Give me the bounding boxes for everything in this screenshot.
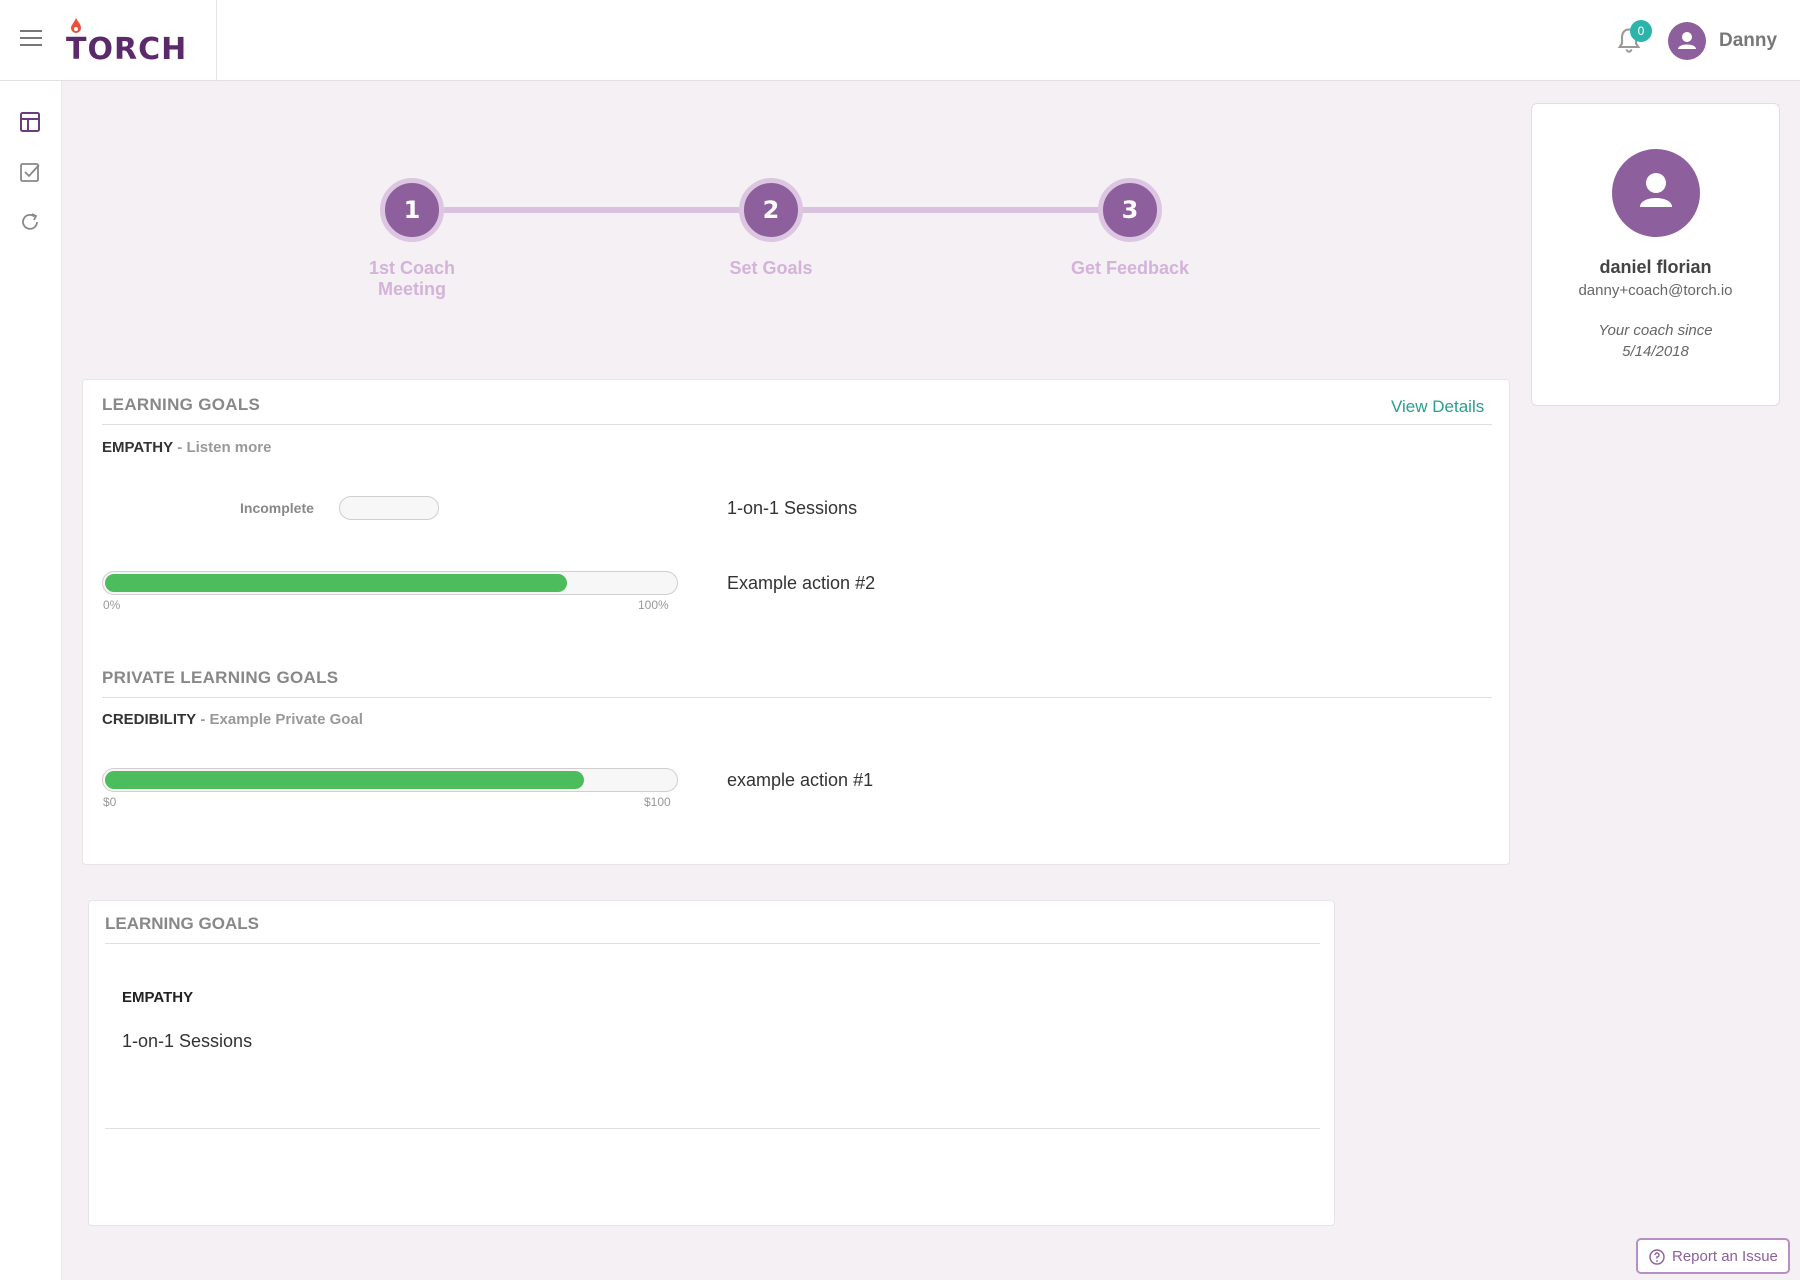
summary-goal-name: EMPATHY: [122, 989, 194, 1006]
checkbox-icon[interactable]: [19, 161, 41, 183]
progress-min-label: 0%: [103, 598, 121, 612]
action-progress-bar[interactable]: [102, 768, 678, 792]
summary-title: LEARNING GOALS: [105, 914, 259, 933]
learning-goals-title: LEARNING GOALS: [102, 395, 261, 414]
learning-goals-summary-panel: LEARNING GOALS EMPATHY 1-on-1 Sessions: [88, 900, 1335, 1226]
coach-email: danny+coach@torch.io: [1578, 282, 1733, 299]
action-progress-bar[interactable]: [102, 571, 678, 595]
progress-max-label: 100%: [638, 598, 669, 612]
coach-since-label: Your coach since: [1598, 322, 1713, 339]
coach-avatar: [1612, 149, 1700, 237]
completion-status-label: Incomplete: [240, 500, 314, 516]
goal-description: - Listen more: [177, 439, 272, 456]
action-title: example action #1: [727, 770, 874, 790]
view-details-link[interactable]: View Details: [1391, 397, 1484, 417]
report-issue-button[interactable]: Report an Issue: [1636, 1238, 1790, 1274]
user-icon: [1640, 173, 1672, 207]
coach-since-date: 5/14/2018: [1622, 343, 1689, 360]
progress-fill: [105, 574, 567, 592]
step-3-label: Get Feedback: [1070, 258, 1190, 278]
step-3-circle[interactable]: 3: [1098, 178, 1162, 242]
user-avatar[interactable]: [1668, 22, 1706, 60]
user-icon: [1678, 32, 1696, 49]
divider: [105, 1128, 1320, 1129]
private-goals-title: PRIVATE LEARNING GOALS: [102, 668, 339, 687]
hamburger-menu-icon[interactable]: [20, 30, 42, 48]
top-bar: TORCH 0 Danny: [0, 0, 1800, 81]
user-name[interactable]: Danny: [1719, 30, 1777, 52]
help-circle-icon: [1649, 1249, 1665, 1265]
step-1-label-line2: Meeting: [377, 279, 446, 299]
learning-goal-heading: EMPATHY - Listen more: [102, 439, 271, 456]
report-issue-label: Report an Issue: [1672, 1248, 1778, 1265]
brand-area: TORCH: [0, 0, 217, 81]
step-1-circle[interactable]: 1: [380, 178, 444, 242]
coach-since: Your coach since 5/14/2018: [1532, 320, 1779, 362]
step-2-circle[interactable]: 2: [739, 178, 803, 242]
progress-max-label: $100: [644, 795, 671, 809]
sidebar: [0, 81, 62, 1280]
divider: [105, 943, 1320, 944]
goal-name: EMPATHY: [102, 439, 174, 456]
private-goal-heading: CREDIBILITY - Example Private Goal: [102, 711, 363, 728]
layout-icon[interactable]: [19, 111, 41, 133]
coach-card: daniel florian danny+coach@torch.io Your…: [1531, 103, 1780, 406]
notification-count-badge: 0: [1630, 20, 1652, 42]
action-title: Example action #2: [727, 573, 876, 593]
progress-min-label: $0: [103, 795, 117, 809]
learning-goals-panel: LEARNING GOALS View Details EMPATHY - Li…: [82, 379, 1510, 865]
goal-description: - Example Private Goal: [200, 711, 363, 728]
step-1-label-line1: 1st Coach: [368, 258, 456, 278]
step-connector: [444, 207, 739, 213]
divider: [102, 424, 1492, 425]
step-connector: [803, 207, 1098, 213]
refresh-icon[interactable]: [19, 211, 41, 233]
action-title: 1-on-1 Sessions: [727, 498, 858, 518]
progress-fill: [105, 771, 584, 789]
summary-action: 1-on-1 Sessions: [122, 1031, 253, 1051]
completion-toggle[interactable]: [339, 496, 439, 520]
divider: [102, 697, 1492, 698]
goal-name: CREDIBILITY: [102, 711, 197, 728]
onboarding-stepper: 1 1st Coach Meeting 2 Set Goals 3 Get Fe…: [369, 170, 1210, 320]
coach-name: daniel florian: [1599, 257, 1712, 277]
step-1-label: 1st Coach Meeting: [332, 258, 492, 300]
step-2-label: Set Goals: [729, 258, 813, 278]
brand-name: TORCH: [66, 32, 188, 67]
